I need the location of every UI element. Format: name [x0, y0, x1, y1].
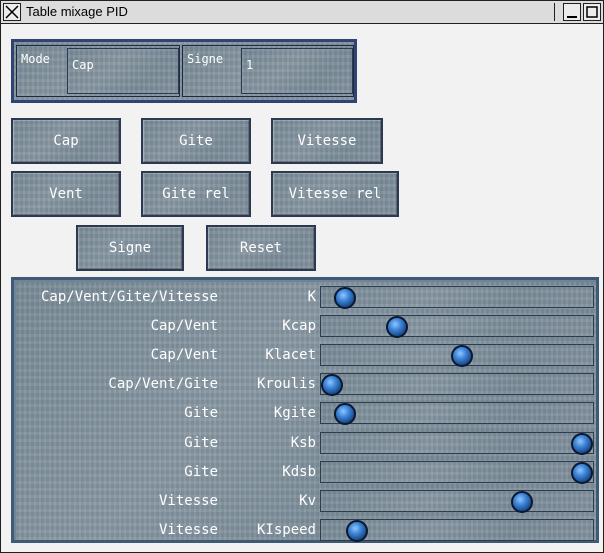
slider-group-label: Cap/Vent/Gite/Vitesse — [40, 289, 218, 305]
slider-track-kgite[interactable] — [320, 402, 594, 426]
slider-param-name: Ksb — [290, 434, 316, 451]
window-title: Table mixage PID — [23, 3, 555, 21]
slider-row-k: Cap/Vent/Gite/Vitesse K — [14, 284, 596, 311]
slider-group-label: Cap/Vent/Gite — [108, 376, 218, 393]
slider-param-name: Kcap — [282, 318, 316, 335]
slider-track-k[interactable] — [320, 286, 594, 309]
slider-param-name: K — [307, 289, 316, 305]
slider-group-label: Vitesse — [158, 521, 218, 538]
signe-button[interactable]: Signe — [76, 225, 184, 271]
gain-sliders-panel: Cap/Vent/Gite/Vitesse K Cap/Vent Kcap Cap/Ve… — [11, 277, 599, 543]
maximize-icon[interactable] — [583, 3, 601, 21]
mode-signe-panel: Mode Cap Signe 1 — [11, 39, 357, 103]
slider-knob-klacet[interactable] — [451, 345, 473, 368]
signe-value[interactable]: 1 — [241, 48, 353, 94]
slider-group-label: Gite — [184, 405, 218, 422]
slider-row-klacet: Cap/Vent Klacet — [14, 342, 596, 369]
slider-group-label: Cap/Vent — [150, 347, 218, 364]
slider-row-ksb: Gite Ksb — [14, 430, 596, 457]
mode-value[interactable]: Cap — [67, 48, 179, 94]
slider-track-kcap[interactable] — [320, 315, 594, 339]
slider-row-kgite: Gite Kgite — [14, 400, 596, 427]
slider-knob-kdsb[interactable] — [571, 461, 593, 484]
close-icon[interactable] — [3, 3, 21, 21]
slider-param-name: KIspeed — [256, 521, 316, 538]
vitesse-button[interactable]: Vitesse — [271, 118, 383, 164]
slider-track-klacet[interactable] — [320, 344, 594, 368]
pid-mixer-window: Table mixage PID Mode Cap Signe 1 Cap Gi… — [0, 0, 604, 553]
maximize-glyph — [586, 6, 598, 18]
slider-group-label: Gite — [184, 434, 218, 451]
vent-button[interactable]: Vent — [11, 171, 121, 217]
mode-group: Mode Cap — [16, 45, 180, 97]
minimize-icon[interactable] — [563, 3, 581, 21]
slider-knob-kispeed[interactable] — [346, 519, 368, 542]
minimize-glyph — [567, 16, 577, 18]
vitesse-rel-button[interactable]: Vitesse rel — [271, 171, 399, 217]
slider-param-name: Kv — [299, 492, 316, 509]
slider-param-name: Klacet — [265, 347, 316, 364]
title-bar[interactable]: Table mixage PID — [1, 1, 603, 24]
slider-row-kcap: Cap/Vent Kcap — [14, 313, 596, 340]
signe-label: Signe — [187, 52, 224, 66]
gite-button[interactable]: Gite — [141, 118, 251, 164]
close-x-glyph — [5, 5, 19, 19]
slider-track-kdsb[interactable] — [320, 460, 594, 484]
reset-button[interactable]: Reset — [206, 225, 316, 271]
slider-track-kispeed[interactable] — [320, 518, 594, 542]
slider-knob-kgite[interactable] — [334, 403, 356, 426]
slider-track-kv[interactable] — [320, 489, 594, 513]
slider-track-kroulis[interactable] — [320, 373, 594, 397]
signe-group: Signe 1 — [182, 45, 354, 97]
gite-rel-button[interactable]: Gite rel — [141, 171, 251, 217]
slider-knob-k[interactable] — [334, 287, 356, 309]
cap-button[interactable]: Cap — [11, 118, 121, 164]
slider-knob-kroulis[interactable] — [321, 374, 343, 397]
mode-label: Mode — [21, 52, 50, 66]
slider-group-label: Gite — [184, 463, 218, 480]
slider-param-name: Kgite — [273, 405, 316, 422]
slider-row-kroulis: Cap/Vent/Gite Kroulis — [14, 371, 596, 398]
slider-group-label: Vitesse — [158, 492, 218, 509]
slider-knob-kcap[interactable] — [386, 316, 408, 339]
slider-knob-kv[interactable] — [511, 490, 533, 513]
slider-param-name: Kdsb — [282, 463, 316, 480]
slider-row-kispeed: Vitesse KIspeed — [14, 517, 596, 544]
slider-row-kdsb: Gite Kdsb — [14, 459, 596, 486]
slider-track-ksb[interactable] — [320, 431, 594, 455]
slider-group-label: Cap/Vent — [150, 318, 218, 335]
slider-row-kv: Vitesse Kv — [14, 488, 596, 515]
slider-param-name: Kroulis — [256, 376, 316, 393]
slider-knob-ksb[interactable] — [571, 432, 593, 455]
